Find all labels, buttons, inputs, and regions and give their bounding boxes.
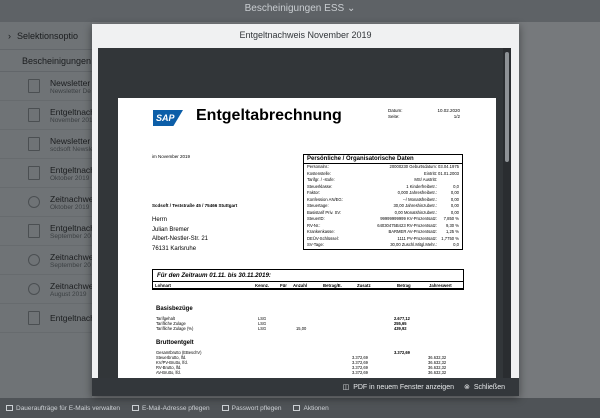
list-item[interactable]: Entgeltnachwe September 20	[0, 217, 106, 246]
table-header: Lohnart Kennz. Für Anzahl Betrag/E. Zusatz Bet…	[153, 282, 463, 289]
column-header: Jahreswert	[429, 283, 452, 288]
document-meta: Datum: 10.02.2020 Seite: 1/2	[388, 108, 460, 120]
close-label: Schließen	[473, 383, 505, 391]
pdf-viewer[interactable]: SAP Entgeltabrechnung Datum: 10.02.2020 S…	[98, 48, 511, 378]
dialog-footer: ◫ PDF in neuem Fenster anzeigen ⊗ Schlie…	[92, 378, 519, 396]
address-line: Herrn	[152, 217, 168, 223]
table-row: Tarifliche Zulage (%) LSG 15,00 439,92	[156, 326, 462, 331]
list-item[interactable]: Zeitnachweis August 2019	[0, 275, 100, 304]
period-text: im November 2019	[152, 154, 191, 159]
personal-data-row: SV-Tage: 30,00 Zuschl.Mitgl.Mehr.: 0,0	[304, 242, 462, 249]
table-cell: 15,00	[296, 326, 307, 331]
external-window-icon: ◫	[342, 384, 350, 391]
column-header: Betrag	[397, 283, 411, 288]
table-cell: Tarifliche Zulage (%)	[156, 326, 194, 331]
page-label: Seite:	[388, 114, 400, 119]
address-line: Albert-Nestler-Str. 21	[152, 236, 209, 242]
open-pdf-new-window-button[interactable]: ◫ PDF in neuem Fenster anzeigen	[342, 383, 454, 392]
list-item-subtitle: scdsoft Newsle	[50, 145, 94, 153]
table-row: AV-Brutto, lfd. 3.372,69 36.632,32	[156, 370, 462, 375]
address-line: 76131 Karlsruhe	[152, 245, 197, 252]
list-item[interactable]: Zeitnachweis Oktober 2019	[0, 188, 100, 217]
mail-icon	[132, 405, 140, 411]
app-header: Bescheinigungen ESS ⌄	[0, 0, 600, 22]
list-item-title: Newsletter	[50, 135, 91, 146]
document-icon	[28, 79, 40, 93]
table-cell: AV-Brutto, lfd.	[156, 370, 181, 375]
personal-data-title: Persönliche / Organisatorische Daten	[304, 155, 462, 164]
sender-line: Scdsoft / Teststraße 45 / 75466 Stuttgar…	[152, 203, 238, 208]
list-header: Bescheinigungen	[0, 50, 92, 72]
dialog-title: Entgeltnachweis November 2019	[239, 30, 372, 40]
actions-label: Aktionen	[303, 404, 329, 412]
document-icon	[28, 108, 40, 122]
key-icon	[221, 405, 229, 411]
period-table: Für den Zeitraum 01.11. bis 30.11.2019: …	[152, 269, 464, 290]
address-line: Julian Bremer	[152, 226, 190, 233]
maintain-email-label: E-Mail-Adresse pflegen	[142, 404, 210, 412]
column-header: Lohnart	[155, 283, 171, 288]
close-icon: ⊗	[463, 384, 470, 391]
close-button[interactable]: ⊗ Schließen	[463, 383, 505, 392]
recipient-address: Herrn Julian Bremer Albert-Nestler-Str. …	[152, 216, 208, 254]
table-cell: 36.632,32	[428, 370, 447, 375]
manage-email-orders-button[interactable]: Daueraufträge für E-Mails verwalten	[6, 405, 120, 412]
open-pdf-label: PDF in neuem Fenster anzeigen	[353, 383, 454, 391]
pdf-dialog: Entgeltnachweis November 2019 SAP Entgel…	[92, 24, 519, 396]
document-icon	[28, 224, 40, 238]
document-icon	[28, 311, 40, 325]
list-item-title: Newsletter	[50, 77, 91, 88]
section-heading: Bruttoentgelt	[156, 340, 194, 346]
scrollbar-thumb[interactable]	[505, 52, 509, 162]
page-value: 1/2	[453, 114, 460, 119]
table-cell: LSG	[258, 326, 267, 331]
maintain-password-label: Passwort pflegen	[231, 404, 282, 412]
master-list-pane: › Selektionsoptio Bescheinigungen Newsle…	[0, 22, 106, 398]
section-heading: Basisbezüge	[156, 306, 193, 312]
column-header: Zusatz	[357, 283, 371, 288]
pdf-page: SAP Entgeltabrechnung Datum: 10.02.2020 S…	[118, 98, 496, 378]
actions-button[interactable]: Aktionen	[293, 404, 329, 412]
row-label: SV-Tage:	[307, 242, 324, 247]
column-header: Für	[280, 283, 287, 288]
clock-icon	[28, 254, 40, 266]
list-item-subtitle: Newsletter De	[50, 87, 91, 95]
maintain-email-button[interactable]: E-Mail-Adresse pflegen	[132, 405, 210, 412]
chevron-right-icon: ›	[8, 30, 11, 41]
detail-pane	[520, 22, 600, 398]
document-icon	[28, 137, 40, 151]
list-item[interactable]: Entgeltnachwe Oktober 2019	[0, 159, 106, 188]
period-heading: Für den Zeitraum 01.11. bis 30.11.2019:	[153, 270, 463, 282]
list-item[interactable]: Newsletter Newsletter De	[0, 72, 92, 101]
row-mid: 30,00 Zuschl.Mitgl.Mehr.:	[390, 242, 437, 247]
clock-icon	[28, 196, 40, 208]
maintain-password-button[interactable]: Passwort pflegen	[221, 404, 282, 412]
bottom-toolbar: Daueraufträge für E-Mails verwalten E-Ma…	[0, 398, 600, 418]
document-title: Entgeltabrechnung	[196, 107, 342, 124]
column-header: Anzahl	[293, 283, 308, 288]
actions-icon	[293, 405, 301, 411]
list-item[interactable]: Newsletter scdsoft Newsle	[0, 130, 94, 159]
chevron-down-icon[interactable]: ⌄	[347, 3, 355, 14]
row-value: 0,0	[453, 242, 459, 247]
selection-options-toggle[interactable]: › Selektionsoptio	[0, 22, 92, 50]
column-header: Betrag/E.	[323, 283, 342, 288]
manage-email-orders-label: Daueraufträge für E-Mails verwalten	[16, 404, 121, 412]
clock-icon	[28, 283, 40, 295]
app-title[interactable]: Bescheinigungen ESS	[245, 3, 345, 14]
certificate-list: Newsletter Newsletter De Entgeltnachwe N…	[0, 72, 106, 333]
sap-logo: SAP	[153, 110, 183, 126]
column-header: Kennz.	[255, 283, 270, 288]
selection-options-label: Selektionsoptio	[17, 30, 79, 41]
table-cell: 439,92	[394, 326, 407, 331]
viewer-scrollbar[interactable]	[503, 48, 511, 378]
table-cell: 3.372,69	[352, 370, 368, 375]
list-item[interactable]: Entgeltnachwe November 201	[0, 101, 106, 130]
document-icon	[28, 166, 40, 180]
table-icon	[6, 405, 13, 411]
list-item[interactable]: Zeitnachweis September 20	[0, 246, 100, 275]
personal-data-box: Persönliche / Organisatorische Daten Per…	[303, 154, 463, 250]
list-item[interactable]: Entgeltnachwe	[0, 304, 106, 333]
